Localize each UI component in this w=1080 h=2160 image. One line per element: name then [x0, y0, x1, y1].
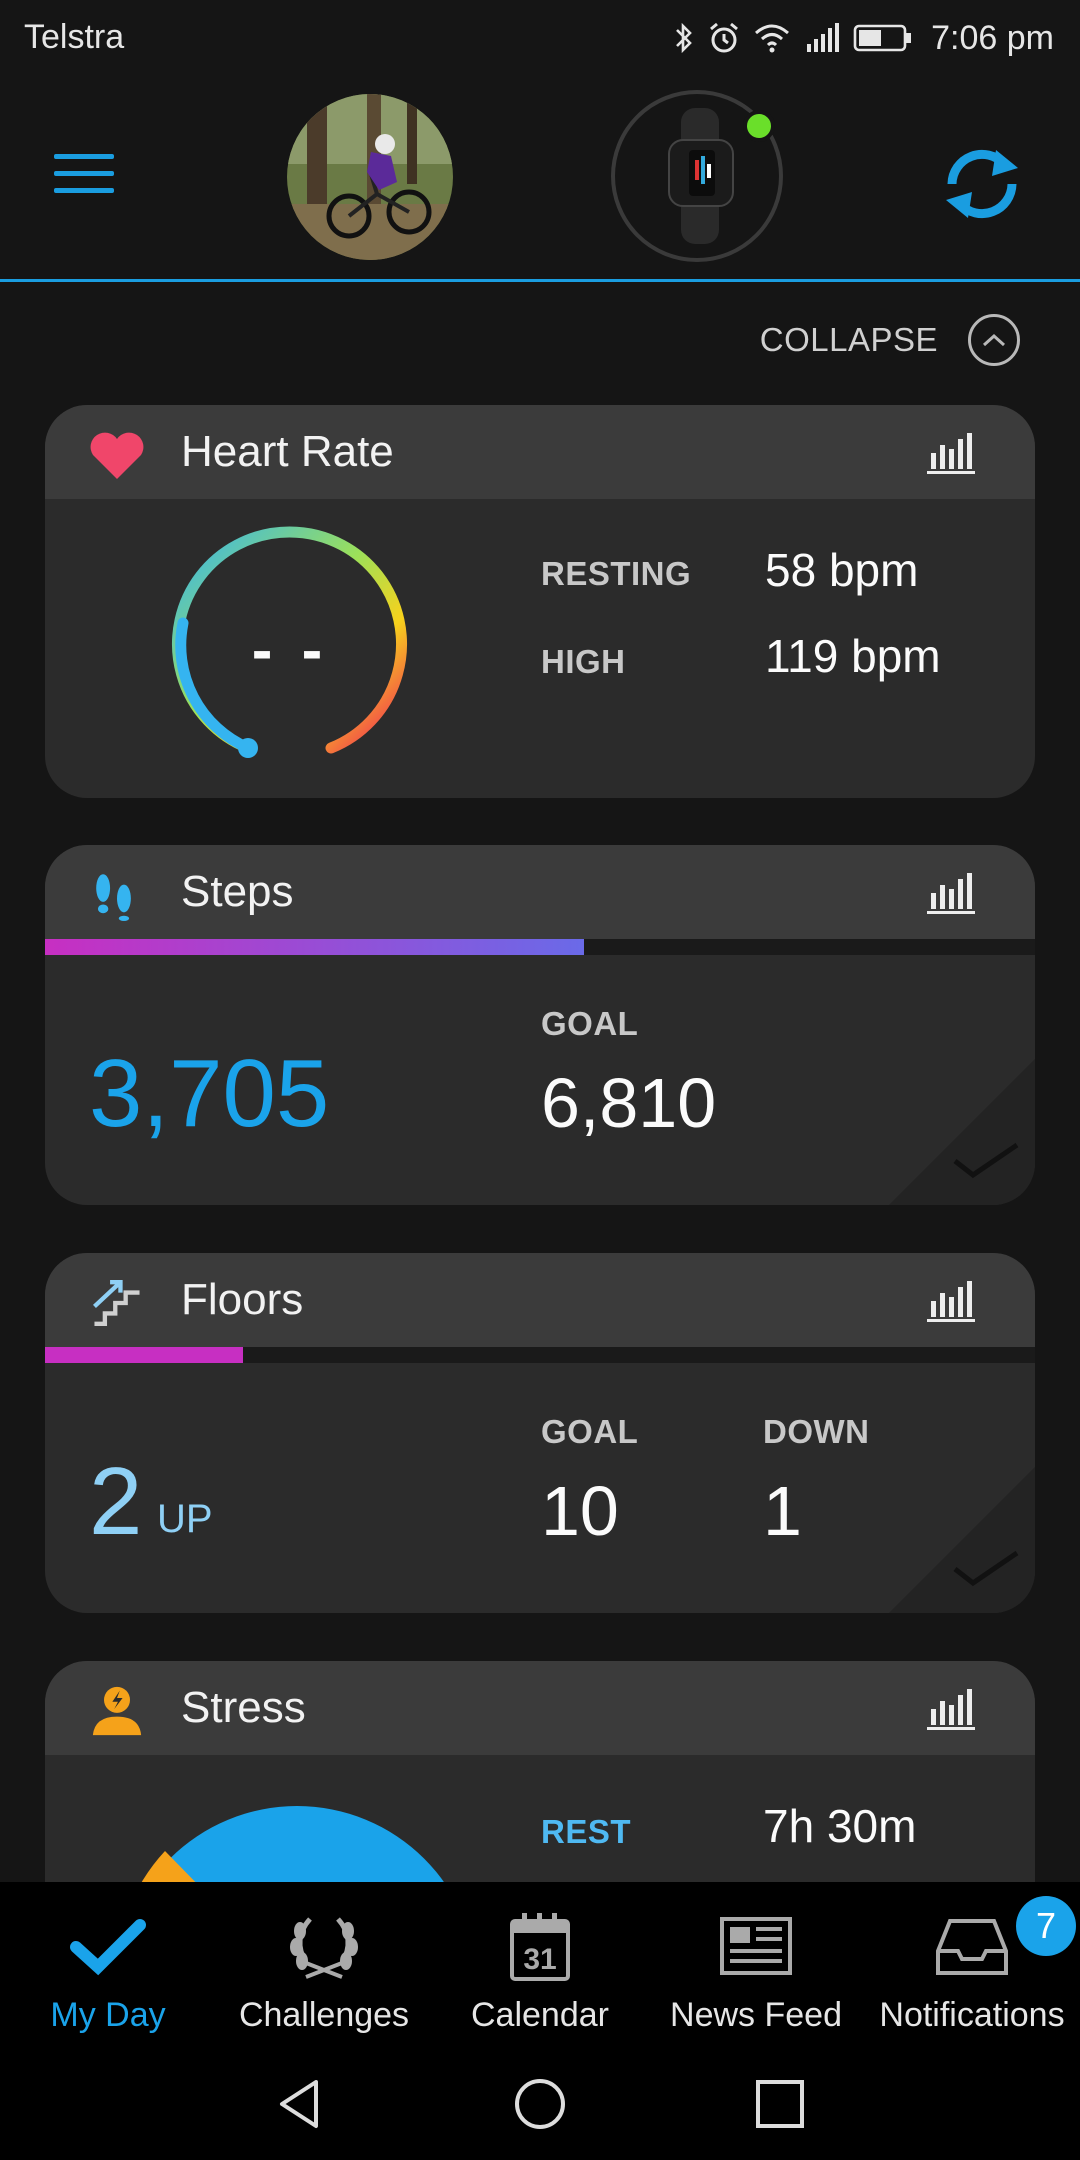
system-navigation-bar	[0, 2046, 1080, 2160]
home-icon[interactable]	[512, 2076, 568, 2132]
status-icons: 7:06 pm	[673, 14, 1054, 62]
high-label: HIGH	[541, 643, 626, 680]
status-bar: Telstra 7:06 pm	[0, 0, 1080, 76]
goal-value: 10	[541, 1472, 619, 1550]
nav-label: My Day	[50, 1996, 166, 2034]
bottom-navigation: My Day Challenges 31 Calendar News Feed …	[0, 1882, 1080, 2046]
resting-label: RESTING	[541, 555, 692, 592]
floors-unit: UP	[157, 1497, 213, 1541]
current-heart-rate: - -	[251, 616, 329, 685]
card-header: Steps	[45, 845, 1035, 939]
avatar[interactable]	[287, 94, 453, 260]
checkmark-icon	[953, 1550, 1019, 1587]
chevron-up-icon	[968, 314, 1020, 366]
checkmark-icon	[953, 1142, 1019, 1179]
back-icon[interactable]	[272, 2076, 328, 2132]
goal-label: GOAL	[541, 1413, 639, 1450]
bluetooth-icon	[676, 22, 692, 54]
rest-value: 7h 30m	[763, 1800, 917, 1852]
notification-badge: 7	[1016, 1896, 1076, 1956]
recents-icon[interactable]	[752, 2076, 808, 2132]
wifi-icon	[755, 24, 790, 53]
steps-progress-bar	[45, 939, 1035, 955]
corner-triangle	[889, 1059, 1035, 1205]
sync-icon[interactable]	[938, 144, 1026, 224]
clock: 7:06 pm	[931, 18, 1054, 57]
bar-chart-icon[interactable]	[925, 1687, 977, 1731]
floors-card[interactable]: Floors 2 UP GOAL 10 DOWN 1	[45, 1253, 1035, 1613]
device-status[interactable]	[611, 90, 783, 262]
goal-value: 6,810	[541, 1064, 717, 1142]
footprints-icon	[96, 874, 131, 921]
nav-label: News Feed	[670, 1996, 842, 2034]
heart-icon	[90, 432, 144, 479]
card-header: Stress	[45, 1661, 1035, 1755]
resting-value: 58 bpm	[765, 544, 919, 596]
stress-person-icon	[92, 1686, 142, 1736]
steps-card[interactable]: Steps 3,705 GOAL 6,810	[45, 845, 1035, 1205]
alarm-icon	[710, 22, 739, 53]
card-header: Floors	[45, 1253, 1035, 1347]
steps-value: 3,705	[89, 1040, 330, 1147]
bar-chart-icon[interactable]	[925, 431, 977, 475]
app-header	[0, 76, 1080, 282]
nav-label: Notifications	[879, 1996, 1065, 2034]
card-title: Heart Rate	[181, 427, 394, 476]
nav-calendar[interactable]: 31 Calendar	[432, 1882, 648, 2046]
nav-news-feed[interactable]: News Feed	[648, 1882, 864, 2046]
down-label: DOWN	[763, 1413, 870, 1450]
card-header: Heart Rate	[45, 405, 1035, 499]
card-title: Steps	[181, 867, 294, 916]
card-title: Floors	[181, 1275, 304, 1324]
rest-label: REST	[541, 1813, 632, 1850]
calendar-icon: 31	[510, 1913, 570, 1981]
goal-label: GOAL	[541, 1005, 639, 1042]
floors-progress-bar	[45, 1347, 1035, 1363]
card-title: Stress	[181, 1683, 306, 1732]
calendar-date: 31	[523, 1943, 556, 1976]
checkmark-icon	[70, 1919, 146, 1976]
stairs-icon	[92, 1280, 140, 1326]
steps-progress-fill	[45, 939, 584, 955]
floors-progress-fill	[45, 1347, 243, 1363]
nav-my-day[interactable]: My Day	[0, 1882, 216, 2046]
carrier-name: Telstra	[24, 18, 125, 56]
battery-icon	[853, 24, 912, 52]
heart-rate-card[interactable]: Heart Rate - - RESTING 58 bpm HIGH 119 b…	[45, 405, 1035, 798]
signal-icon	[807, 23, 840, 52]
floors-value: 2	[89, 1448, 143, 1555]
collapse-label: COLLAPSE	[759, 321, 938, 358]
inbox-icon	[936, 1919, 1008, 1975]
nav-challenges[interactable]: Challenges	[216, 1882, 432, 2046]
newspaper-icon	[720, 1917, 792, 1975]
connection-status-dot	[743, 110, 775, 142]
bar-chart-icon[interactable]	[925, 1279, 977, 1323]
nav-label: Calendar	[471, 1996, 609, 2034]
hamburger-icon[interactable]	[54, 154, 114, 198]
high-value: 119 bpm	[765, 630, 941, 682]
bar-chart-icon[interactable]	[925, 871, 977, 915]
collapse-button[interactable]: COLLAPSE	[760, 314, 1020, 366]
laurel-icon	[290, 1917, 358, 1979]
down-value: 1	[763, 1472, 802, 1550]
corner-triangle	[889, 1467, 1035, 1613]
nav-label: Challenges	[238, 1996, 410, 2034]
